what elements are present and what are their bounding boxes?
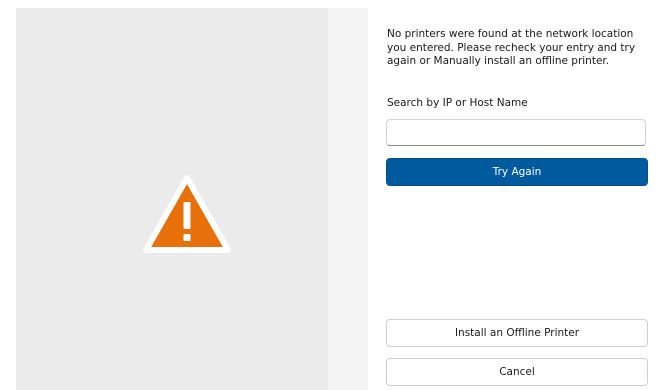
search-label: Search by IP or Host Name [387,97,528,109]
try-again-label: Try Again [492,166,542,178]
install-offline-printer-button[interactable]: Install an Offline Printer [386,319,648,347]
ip-hostname-input[interactable] [386,119,646,146]
cancel-label: Cancel [499,366,535,378]
add-printer-dialog: No printers were found at the network lo… [0,0,662,390]
try-again-button[interactable]: Try Again [386,158,648,186]
cancel-button[interactable]: Cancel [386,358,648,386]
warning-icon [143,175,231,253]
pane-divider [328,8,368,390]
error-message: No printers were found at the network lo… [387,28,636,67]
install-offline-label: Install an Offline Printer [454,327,580,339]
illustration-pane [16,8,328,390]
content-pane: No printers were found at the network lo… [368,8,662,390]
